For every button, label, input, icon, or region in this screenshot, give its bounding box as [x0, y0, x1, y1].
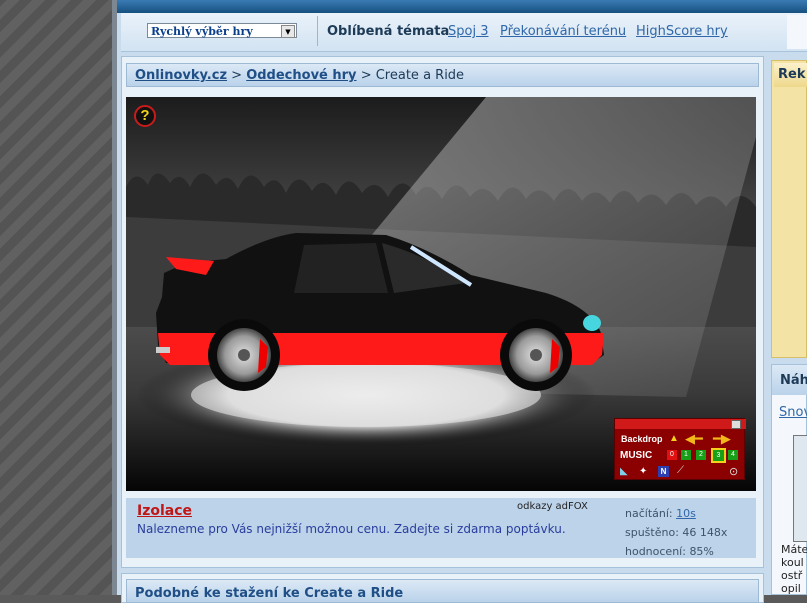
n-button[interactable]: N: [658, 466, 669, 477]
breadcrumb-separator: >: [231, 68, 243, 83]
random-panel: Náh Snov Máte koul ostř opil: [771, 364, 807, 595]
nav-bar: Rychlý výběr hry ▼ Oblíbená témata Spoj …: [121, 13, 807, 52]
control-panel: Backdrop ▲ ◀━ ━▶ MUSIC 0 1 2 3 4 ◣ ✦ N ⟋…: [614, 418, 746, 480]
backdrop-label: Backdrop: [621, 434, 663, 444]
right-column: Rek Náh Snov Máte koul ostř opil: [769, 56, 807, 595]
rating-label: hodnocení:: [625, 545, 686, 558]
quick-select-value: Rychlý výběr hry: [151, 25, 253, 38]
random-game-link[interactable]: Snov: [779, 405, 807, 420]
music-track-2[interactable]: 2: [696, 450, 706, 460]
music-label: MUSIC: [620, 450, 653, 461]
runs-value: 46 148x: [682, 526, 728, 539]
similar-box: Podobné ke stažení ke Create a Ride: [121, 573, 764, 603]
music-track-3[interactable]: 3: [711, 448, 726, 463]
favorites-label: Oblíbená témata: [327, 24, 450, 39]
load-label: načítání:: [625, 507, 673, 520]
top-bar: [117, 0, 807, 13]
runs-label: spuštěno:: [625, 526, 679, 539]
nav-link-spoj3[interactable]: Spoj 3: [448, 24, 488, 39]
load-value[interactable]: 10s: [676, 507, 696, 520]
nav-link-highscore[interactable]: HighScore hry: [636, 24, 728, 39]
left-background: [0, 0, 112, 595]
music-track-1[interactable]: 1: [681, 450, 691, 460]
game-stats: načítání: 10s spuštěno: 46 148x hodnocen…: [625, 504, 727, 561]
similar-title: Podobné ke stažení ke Create a Ride: [135, 586, 404, 601]
sparkle-icon[interactable]: ✦: [639, 466, 647, 477]
music-track-4[interactable]: 4: [728, 450, 738, 460]
dropdown-arrow-icon[interactable]: ▼: [281, 25, 295, 38]
breadcrumb: Onlinovky.cz > Oddechové hry > Create a …: [126, 63, 759, 87]
arrow-left-icon[interactable]: ◀━: [685, 431, 703, 447]
breadcrumb-category-link[interactable]: Oddechové hry: [246, 68, 356, 83]
help-symbol: ?: [140, 107, 150, 124]
info-box: Izolace Nalezneme pro Vás nejnižší možno…: [126, 498, 756, 558]
breadcrumb-separator: >: [360, 68, 372, 83]
ad-panel-title: Rek: [778, 67, 806, 82]
help-icon[interactable]: ?: [134, 105, 156, 127]
rating-value: 85%: [689, 545, 714, 558]
settings-icon[interactable]: ⊙: [729, 465, 738, 478]
main-content-box: Onlinovky.cz > Oddechové hry > Create a …: [121, 56, 764, 568]
music-track-0[interactable]: 0: [667, 450, 677, 460]
ad-text[interactable]: Nalezneme pro Vás nejnižší možnou cenu. …: [137, 522, 566, 536]
arrow-right-icon[interactable]: ━▶: [713, 431, 731, 447]
nav-divider: [317, 16, 318, 46]
nav-right-edge: [787, 15, 807, 49]
random-game-text: Máte koul ostř opil: [781, 543, 807, 595]
ad-title-link[interactable]: Izolace: [137, 503, 192, 519]
nav-link-terrain[interactable]: Překonávání terénu: [500, 24, 626, 39]
paint-icon[interactable]: ◣: [620, 466, 628, 477]
breadcrumb-home-link[interactable]: Onlinovky.cz: [135, 68, 227, 83]
home-icon[interactable]: ▲: [669, 433, 679, 444]
random-panel-title: Náh: [780, 373, 807, 388]
random-game-thumbnail[interactable]: [793, 435, 807, 542]
page: Rychlý výběr hry ▼ Oblíbená témata Spoj …: [117, 0, 807, 603]
brush-icon[interactable]: ⟋: [677, 465, 684, 476]
breadcrumb-current: Create a Ride: [375, 68, 465, 83]
ad-panel: Rek: [771, 60, 807, 358]
game-canvas[interactable]: ? Backdrop ▲ ◀━ ━▶ MUSIC 0 1 2 3 4 ◣ ✦ N…: [126, 97, 756, 491]
panel-minimize-button[interactable]: [731, 420, 741, 429]
quick-select-dropdown[interactable]: Rychlý výběr hry ▼: [147, 23, 297, 38]
ad-source[interactable]: odkazy adFOX: [517, 501, 588, 512]
